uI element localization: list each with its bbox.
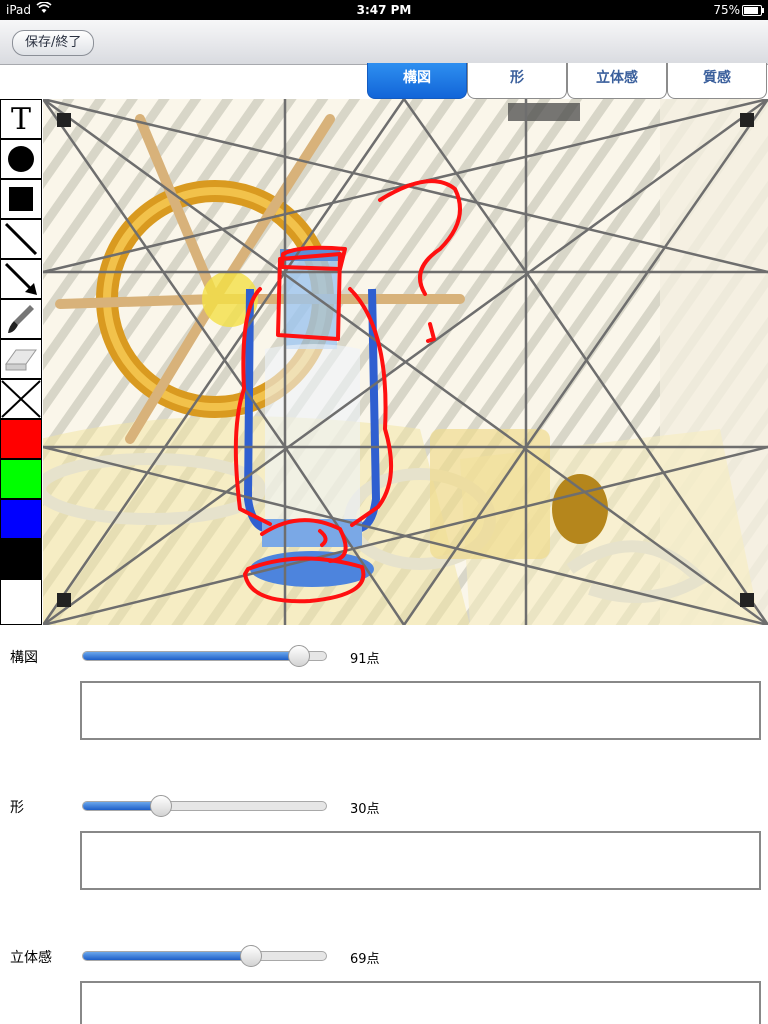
score-slider[interactable] [82,645,327,667]
x-cross-icon [1,380,41,418]
save-exit-button[interactable]: 保存/終了 [12,30,95,56]
criterion-label: 形 [10,800,24,816]
color-blue-swatch[interactable] [0,499,42,539]
rectangle-tool[interactable] [0,179,42,219]
arrow-icon [4,262,37,295]
tab-volume[interactable]: 立体感 [567,63,667,99]
clock: 3:47 PM [356,3,412,17]
eraser-tool[interactable] [0,339,42,379]
pen-tool[interactable] [0,299,42,339]
score-slider[interactable] [82,795,327,817]
clear-tool[interactable] [0,379,42,419]
score-value: 91点 [350,652,380,667]
brush-icon [8,305,34,333]
circle-tool[interactable] [0,139,42,179]
square-icon [9,187,33,211]
color-green-swatch[interactable] [0,459,42,499]
color-red-swatch[interactable] [0,419,42,459]
arrow-tool[interactable] [0,259,42,299]
slider-thumb[interactable] [149,795,172,817]
slider-thumb[interactable] [288,645,311,667]
text-icon: T [10,101,31,137]
score-slider[interactable] [82,945,327,967]
battery-percent: 75% [713,3,740,17]
battery-icon [742,5,764,16]
navigation-bar: 保存/終了 [0,20,768,65]
slider-thumb[interactable] [239,945,262,967]
score-value: 69点 [350,952,380,967]
tab-composition[interactable]: 構図 [367,63,467,99]
comment-field[interactable] [80,681,761,740]
line-tool[interactable] [0,219,42,259]
artwork-image [0,99,768,625]
color-white-swatch[interactable] [0,579,42,625]
tool-palette: T [0,99,43,625]
comment-field[interactable] [80,981,761,1024]
criterion-label: 立体感 [10,950,52,966]
tab-texture[interactable]: 質感 [667,63,767,99]
status-bar: iPad 3:47 PM 75% [0,0,768,20]
line-icon [4,222,38,256]
eraser-icon [5,349,37,371]
drawing-canvas[interactable] [0,99,768,625]
criterion-label: 構図 [10,650,38,666]
comment-field[interactable] [80,831,761,890]
category-tabs: 構図 形 立体感 質感 [367,63,767,99]
text-tool[interactable]: T [0,99,42,139]
tab-shape[interactable]: 形 [467,63,567,99]
circle-icon [8,146,34,172]
color-black-swatch[interactable] [0,539,42,579]
score-value: 30点 [350,802,380,817]
